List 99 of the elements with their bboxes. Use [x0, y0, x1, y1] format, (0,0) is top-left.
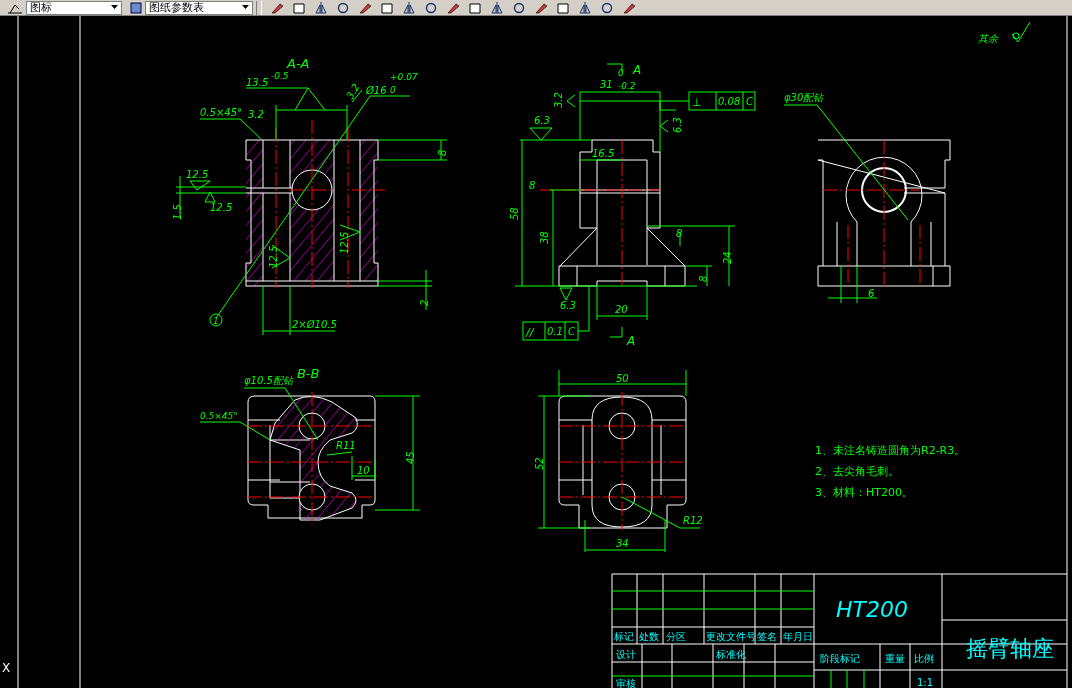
tolerance-label: +0.07	[390, 72, 418, 82]
roughness-label: 3.2	[248, 109, 264, 120]
part-name-label: 摇臂轴座	[966, 636, 1054, 661]
roughness-label: 12.5	[186, 169, 209, 180]
dimension-label: 6	[868, 288, 875, 299]
technical-note: 3、材料：HT200。	[815, 486, 913, 499]
datum-label: C	[746, 96, 753, 107]
tolerance-label: 0	[618, 68, 624, 78]
dimension-label: 0.5×45°	[200, 107, 242, 118]
dimension-label: 2×Ø10.5	[292, 319, 337, 330]
title-block-header: 更改文件号	[706, 631, 756, 642]
dimension-label: 8	[529, 180, 536, 191]
dimension-label: φ30配钻	[784, 92, 824, 103]
mirror-icon[interactable]	[402, 1, 416, 14]
dimension-label: 2	[419, 299, 430, 306]
square-icon[interactable]	[556, 1, 570, 14]
dimension-label: Ø16	[366, 85, 387, 96]
dimension-label: 38	[539, 231, 550, 244]
table-icon[interactable]	[130, 1, 142, 14]
square-icon[interactable]	[468, 1, 482, 14]
dimension-label: 8	[698, 275, 709, 282]
dimension-label: 10	[357, 465, 370, 476]
roughness-label: 12.5	[268, 245, 279, 268]
tolerance-label: -0.5	[271, 71, 289, 81]
tolerance-frame	[688, 91, 756, 111]
title-block-header: 处数	[639, 631, 659, 642]
title-block-label: 审核	[616, 678, 636, 688]
dimension-label: 8	[676, 228, 683, 239]
technical-note: 2、去尖角毛刺。	[815, 465, 899, 478]
roughness-label: 3.2	[344, 81, 362, 101]
balloon-number: 1	[213, 316, 219, 326]
roughness-label: 其余	[978, 33, 998, 44]
view-title: B-B	[297, 366, 320, 381]
scale-value: 1:1	[917, 677, 934, 688]
tolerance-symbol: ⊥	[692, 96, 702, 109]
roughness-label: 6.3	[534, 115, 550, 126]
square-icon[interactable]	[380, 1, 394, 14]
tolerance-value: 0.08	[718, 96, 741, 107]
material-label: HT200	[836, 597, 908, 622]
dimension-label: 1.5	[172, 204, 183, 220]
dimension-label: 8	[437, 149, 448, 156]
title-block-header: 分区	[666, 631, 686, 642]
title-block-header: 比例	[914, 653, 934, 664]
dimension-label: 52	[534, 457, 545, 470]
square-icon[interactable]	[292, 1, 306, 14]
pencil-icon[interactable]	[534, 1, 548, 14]
dimension-label: 58	[509, 207, 520, 220]
pencil-icon[interactable]	[446, 1, 460, 14]
tolerance-symbol: //	[526, 326, 534, 339]
roughness-label: 6.3	[560, 300, 576, 311]
caret-icon	[242, 5, 249, 10]
dimension-label: R12	[683, 515, 703, 526]
title-block-label: 设计	[616, 649, 636, 660]
tolerance-label: -0.2	[618, 81, 636, 91]
roughness-label: 6.3	[672, 117, 683, 133]
pencil-icon[interactable]	[270, 1, 284, 14]
title-block-header: 年月日	[783, 631, 813, 642]
roughness-symbol-icon	[1011, 21, 1031, 43]
dimension-label: 20	[615, 304, 628, 315]
tolerance-frame	[522, 321, 579, 341]
circle-icon[interactable]	[600, 1, 614, 14]
dimension-label: 24	[722, 251, 733, 264]
roughness-label: 12.5	[210, 202, 233, 213]
tolerance-label: 0.5×45°	[200, 411, 238, 421]
section-mark-label: A	[627, 334, 636, 348]
title-block-header: 阶段标记	[820, 653, 860, 664]
title-block-header: 重量	[885, 653, 905, 664]
mirror-icon[interactable]	[490, 1, 504, 14]
mirror-icon[interactable]	[578, 1, 592, 14]
title-block-header: 签名	[757, 631, 777, 642]
technical-note: 1、未注名铸造圆角为R2-R3。	[815, 444, 966, 457]
view-title: A-A	[287, 56, 310, 71]
dimension-label: 45	[405, 451, 416, 464]
dimension-label: 34	[616, 538, 629, 549]
tolerance-value: 0.1	[547, 326, 563, 337]
dimension-label: φ10.5配钻	[244, 375, 293, 386]
dimension-label: R11	[336, 440, 356, 451]
datum-label: C	[568, 326, 575, 337]
style-dropdown[interactable]: 图纸参数表	[145, 0, 253, 15]
dimension-label: 50	[616, 373, 629, 384]
circle-icon[interactable]	[512, 1, 526, 14]
dimension-label: 31	[600, 79, 613, 90]
ucs-axis-label: X	[2, 661, 11, 675]
layer-dropdown[interactable]: 图标	[26, 0, 122, 15]
tolerance-label: 0	[390, 85, 396, 95]
balloon-circle	[209, 313, 223, 327]
title-block-header: 标记	[614, 631, 634, 642]
title-block-label: 标准化	[716, 649, 746, 660]
pencil-icon[interactable]	[622, 1, 636, 14]
roughness-label: 3.2	[553, 92, 564, 108]
circle-icon[interactable]	[336, 1, 350, 14]
roughness-label: 12.5	[339, 231, 350, 254]
caret-icon	[111, 5, 118, 10]
circle-icon[interactable]	[424, 1, 438, 14]
pencil-icon[interactable]	[358, 1, 372, 14]
dimension-label: 16.5	[592, 148, 615, 159]
section-mark-label: A	[633, 63, 642, 77]
dimension-label: 13.5	[246, 77, 269, 88]
mirror-icon[interactable]	[314, 1, 328, 14]
